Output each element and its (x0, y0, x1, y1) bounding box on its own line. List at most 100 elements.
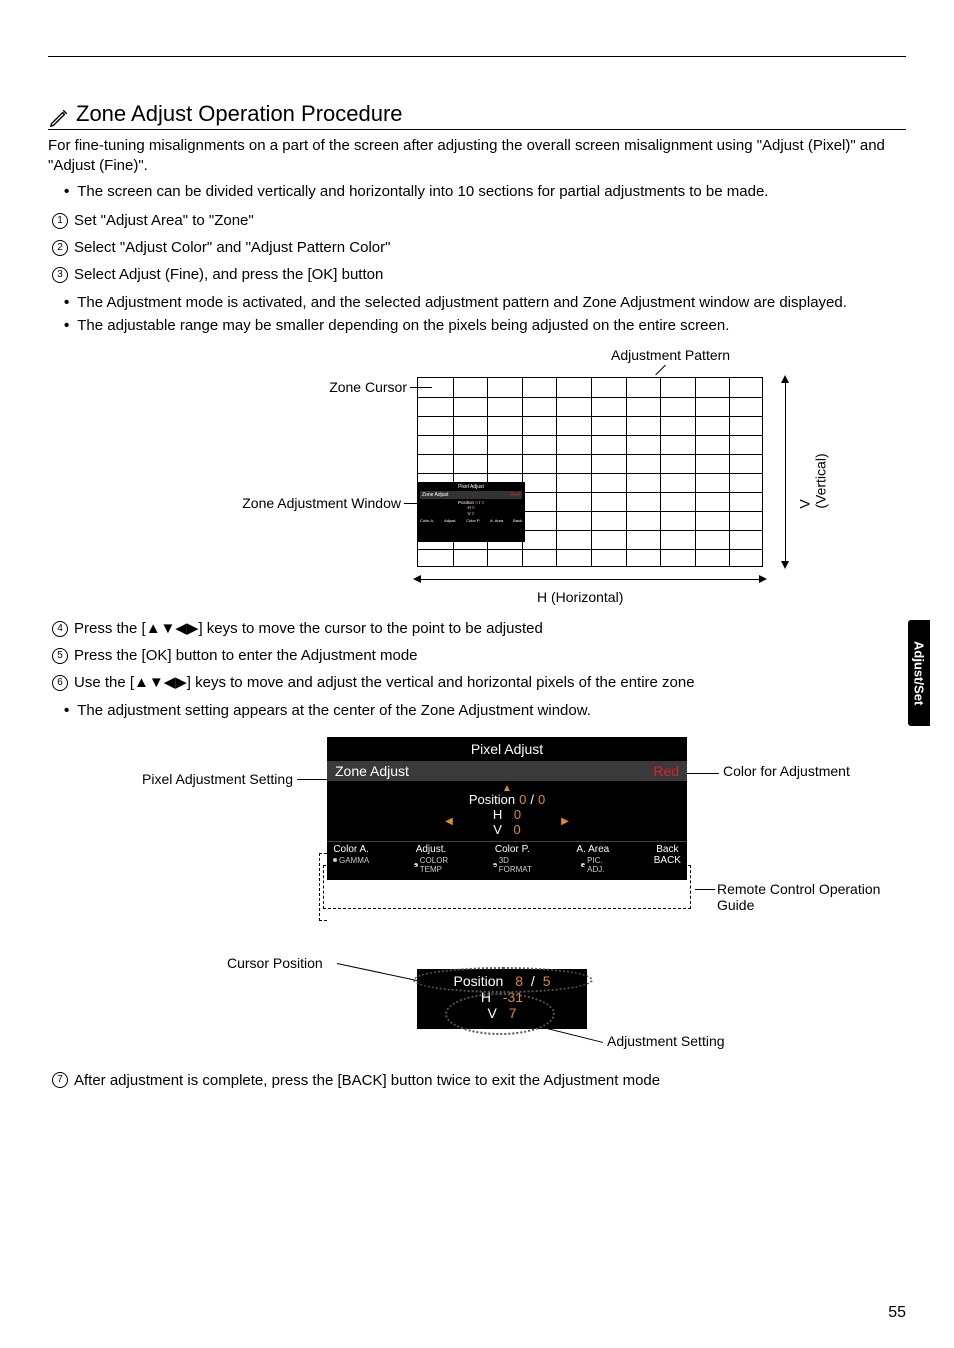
step-number: 1 (52, 213, 68, 229)
leader-line (297, 779, 327, 780)
steps-4-6: 4 Press the [▲▼◀▶] keys to move the curs… (48, 615, 906, 696)
step-text: Set "Adjust Area" to "Zone" (74, 207, 254, 234)
page-number: 55 (888, 1304, 906, 1322)
step-text: Press the [▲▼◀▶] keys to move the cursor… (74, 615, 543, 642)
mini-osd: Pixel Adjust Zone Adjust Red Position 0 … (417, 482, 525, 542)
label-h-axis: H (Horizontal) (537, 589, 623, 605)
label-adjustment-setting: Adjustment Setting (607, 1033, 725, 1049)
osd-row-zone-adjust: Zone Adjust Red (327, 761, 687, 781)
mini-osd-pos-y: 0 (482, 500, 485, 505)
step-text: Select Adjust (Fine), and press the [OK]… (74, 261, 383, 288)
arrow-right-icon (759, 575, 767, 583)
osd-pos-y: 0 (538, 792, 545, 807)
mini-osd-footer: A. Area (490, 519, 503, 524)
leader-line (404, 503, 418, 504)
mini-osd-h-label: H (467, 505, 470, 510)
mini-osd-v-label: V (468, 511, 471, 516)
figure-osd-diagram: Pixel Adjustment Setting Color for Adjus… (97, 731, 857, 941)
intro-text: For fine-tuning misalignments on a part … (48, 136, 906, 177)
osd-footer-label: Back (656, 844, 678, 855)
mini-osd-color: Red (511, 492, 520, 498)
leader-line (695, 889, 715, 890)
step-text: Select "Adjust Color" and "Adjust Patter… (74, 234, 390, 261)
arrow-keys-icon: ▲▼◀▶ (134, 674, 187, 691)
figure-grid-diagram: Adjustment Pattern Zone Cursor Zone Adju… (117, 347, 837, 607)
osd-footer-label: Color P. (495, 844, 530, 855)
arrow-keys-icon: ▲▼◀▶ (146, 620, 199, 637)
osd-zone-adjust-text: Zone Adjust (335, 763, 409, 779)
label-pixel-adjustment-setting: Pixel Adjustment Setting (123, 771, 293, 787)
osd-h-val: 0 (514, 807, 521, 822)
mini-osd-v-val: 0 (472, 511, 475, 516)
bullet-item: The adjustment setting appears at the ce… (64, 700, 906, 723)
figure-cursor-position: Cursor Position Adjustment Setting Posit… (97, 949, 857, 1059)
leader-line (337, 963, 421, 982)
arrow-left-icon: ◀ (445, 816, 453, 827)
step-number: 5 (52, 648, 68, 664)
header-rule (48, 56, 906, 57)
leader-line (655, 365, 666, 376)
step-4-suffix: ] keys to move the cursor to the point t… (198, 620, 542, 637)
mini-osd-title: Pixel Adjust (420, 484, 522, 490)
osd-v-val: 0 (514, 822, 521, 837)
zone-cursor-cell (418, 378, 453, 397)
step-number: 4 (52, 621, 68, 637)
osd-footer-label: Color A. (333, 844, 369, 855)
step-text: After adjustment is complete, press the … (74, 1067, 660, 1094)
osd-v-label: V (493, 822, 502, 837)
label-zone-cursor: Zone Cursor (297, 379, 407, 395)
step-6-prefix: Use the [ (74, 674, 134, 691)
bullet-list-2: The Adjustment mode is activated, and th… (48, 292, 906, 337)
pencil-icon (48, 107, 70, 129)
mini-osd-footer: Back (513, 519, 522, 524)
mini-osd-footer: Adjust. (444, 519, 456, 524)
step-text: Press the [OK] button to enter the Adjus… (74, 642, 418, 669)
mini-osd-zone-adjust: Zone Adjust (422, 492, 448, 498)
bullet-item: The Adjustment mode is activated, and th… (64, 292, 906, 315)
step-7: 7 After adjustment is complete, press the… (48, 1067, 906, 1094)
mini-osd-position-label: Position (458, 500, 474, 505)
bullet-list-3: The adjustment setting appears at the ce… (48, 700, 906, 723)
step-number: 3 (52, 267, 68, 283)
osd-color-text: Red (653, 763, 679, 779)
bullet-item: The screen can be divided vertically and… (64, 181, 906, 204)
h-axis-line (419, 579, 761, 580)
step-number: 7 (52, 1072, 68, 1088)
arrow-left-icon (413, 575, 421, 583)
arrow-down-icon (781, 561, 789, 569)
step-text: Use the [▲▼◀▶] keys to move and adjust t… (74, 669, 695, 696)
label-zone-adjust-window: Zone Adjustment Window (201, 495, 401, 511)
dotted-highlight-adjustment-setting (445, 993, 555, 1035)
osd-h-label: H (493, 807, 502, 822)
label-remote-control-guide: Remote Control Operation Guide (717, 881, 887, 913)
dotted-highlight-cursor-position (413, 967, 593, 993)
label-cursor-position: Cursor Position (227, 955, 323, 971)
osd-footer-label: A. Area (576, 844, 609, 855)
step-6-suffix: ] keys to move and adjust the vertical a… (187, 674, 695, 691)
section-heading: Zone Adjust Operation Procedure (48, 101, 906, 130)
mini-osd-footer: Color P. (466, 519, 480, 524)
step-number: 2 (52, 240, 68, 256)
bullet-list-1: The screen can be divided vertically and… (48, 181, 906, 204)
step-4-prefix: Press the [ (74, 620, 146, 637)
side-tab-adjust-set: Adjust/Set (908, 620, 930, 726)
dashed-bracket (319, 853, 327, 921)
osd-pos-x: 0 (519, 792, 526, 807)
label-adjustment-pattern: Adjustment Pattern (611, 347, 730, 363)
v-axis-line (785, 381, 786, 563)
label-v-axis: V (Vertical) (797, 453, 829, 508)
step-number: 6 (52, 675, 68, 691)
osd-position-block: ▲ Position 0/ 0 ◀ H 0 V 0 ▶ (327, 781, 687, 841)
heading-text: Zone Adjust Operation Procedure (76, 101, 403, 127)
label-color-for-adjustment: Color for Adjustment (723, 763, 850, 779)
dashed-highlight-footer (323, 865, 691, 909)
mini-osd-h-val: 0 (472, 505, 475, 510)
osd-position-label: Position (469, 792, 515, 807)
arrow-up-icon (781, 375, 789, 383)
osd-footer-sub: GAMMA (339, 856, 369, 865)
steps-1-3: 1 Set "Adjust Area" to "Zone" 2 Select "Ad… (48, 207, 906, 288)
mini-osd-footer: Color A. (420, 519, 434, 524)
osd-title: Pixel Adjust (327, 737, 687, 761)
osd-panel: Pixel Adjust Zone Adjust Red ▲ Position … (327, 737, 687, 880)
arrow-right-icon: ▶ (561, 816, 569, 827)
